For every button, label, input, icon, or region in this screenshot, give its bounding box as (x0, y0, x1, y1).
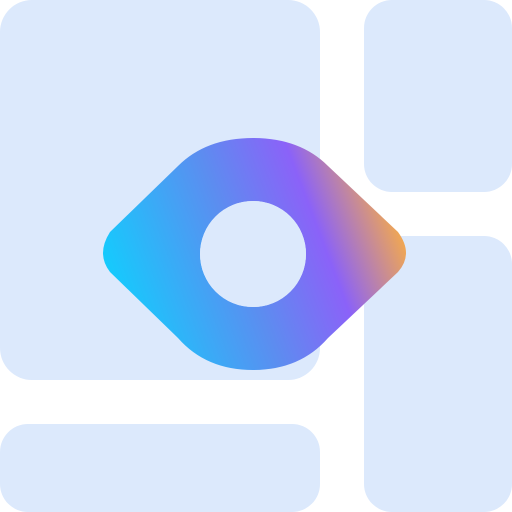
top-right-tile (364, 0, 512, 192)
app-icon (0, 0, 512, 512)
bottom-bar-tile (0, 424, 320, 512)
dashboard-eye-icon (0, 0, 512, 512)
eye-pupil (200, 201, 306, 307)
